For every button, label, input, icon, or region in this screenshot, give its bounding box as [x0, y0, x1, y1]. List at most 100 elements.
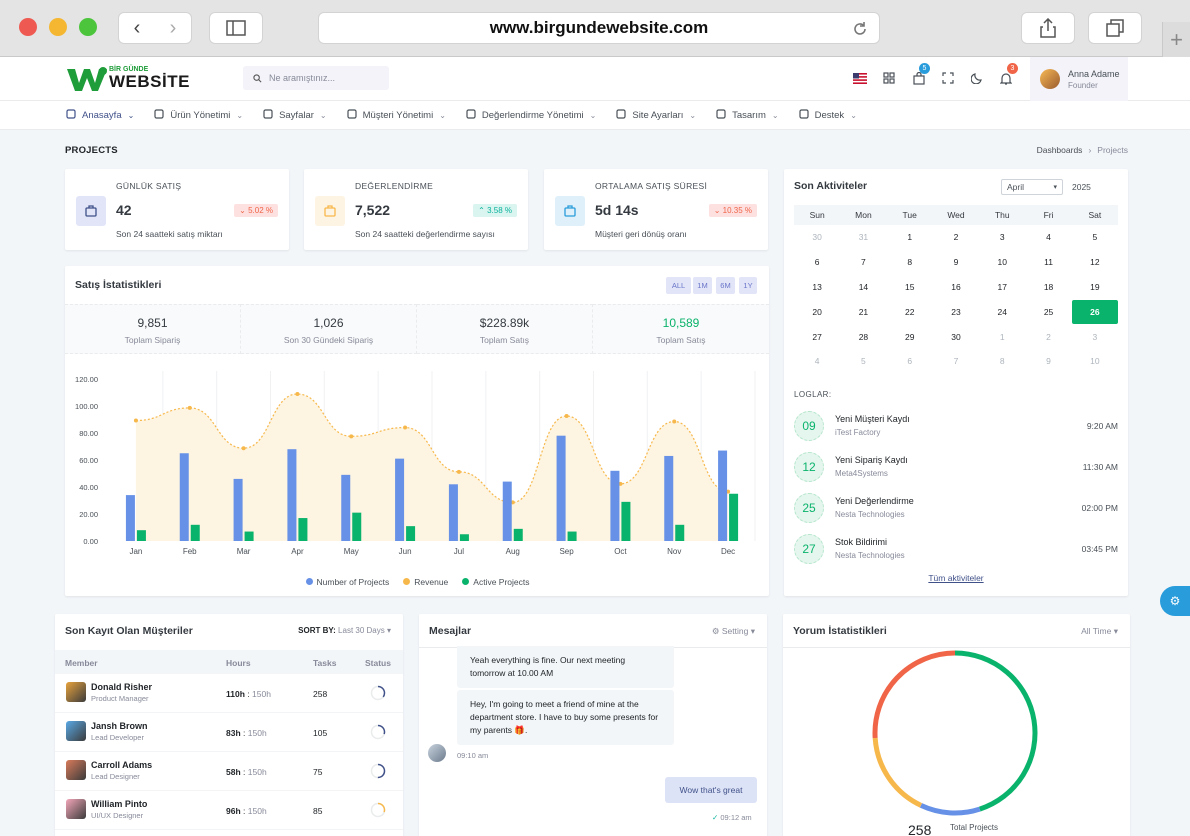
menu-item-5[interactable]: Site Ayarları ⌄	[616, 108, 696, 122]
calendar-day[interactable]: 3	[979, 225, 1025, 250]
donut-segment	[919, 803, 981, 816]
calendar-day[interactable]: 1	[887, 225, 933, 250]
log-item[interactable]: 12 Yeni Sipariş Kaydı Meta4Systems 11:30 AM	[794, 452, 1118, 484]
calendar-day[interactable]: 4	[794, 349, 840, 374]
calendar-day[interactable]: 10	[1072, 349, 1118, 374]
calendar-day[interactable]: 29	[887, 324, 933, 349]
calendar-day[interactable]: 27	[794, 324, 840, 349]
fullscreen-button[interactable]	[939, 69, 957, 87]
table-row[interactable]: Jansh Brown Lead Developer 83h : 150h 105	[55, 713, 403, 752]
calendar-day[interactable]: 8	[979, 349, 1025, 374]
calendar-day[interactable]: 9	[1025, 349, 1071, 374]
member-hours: 83h : 150h	[226, 728, 267, 738]
forward-icon[interactable]: ›	[170, 17, 177, 40]
calendar-day[interactable]: 1	[979, 324, 1025, 349]
calendar-day[interactable]: 14	[840, 275, 886, 300]
stat-card-2: ORTALAMA SATIŞ SÜRESİ 5d 14s ⌄ 10.35 % Müşt…	[544, 169, 768, 250]
reload-icon[interactable]	[851, 20, 869, 38]
calendar-day[interactable]: 4	[1025, 225, 1071, 250]
table-row[interactable]: William Pinto UI/UX Designer 96h : 150h 85	[55, 791, 403, 830]
log-item[interactable]: 09 Yeni Müşteri Kaydı iTest Factory 9:20 AM	[794, 411, 1118, 443]
calendar-day[interactable]: 31	[840, 225, 886, 250]
calendar-day[interactable]: 19	[1072, 275, 1118, 300]
calendar-day[interactable]: 5	[1072, 225, 1118, 250]
user-menu[interactable]: Anna Adame Founder	[1030, 57, 1128, 101]
calendar-day[interactable]: 20	[794, 299, 840, 324]
projects-bar	[556, 435, 566, 541]
calendar-day[interactable]: 10	[979, 250, 1025, 275]
calendar-day[interactable]: 6	[887, 349, 933, 374]
language-flag-button[interactable]	[851, 69, 869, 87]
calendar-day[interactable]: 3	[1072, 324, 1118, 349]
settings-dropdown[interactable]: ⚙ Setting ▾	[712, 626, 755, 637]
calendar-day[interactable]: 2	[933, 225, 979, 250]
menu-item-6[interactable]: Tasarım ⌄	[716, 108, 779, 122]
legend-item[interactable]: Number of Projects	[305, 577, 389, 587]
menu-item-3[interactable]: Müşteri Yönetimi ⌄	[347, 108, 446, 122]
filter-all-button[interactable]: ALL	[666, 277, 691, 294]
legend-item[interactable]: Active Projects	[462, 577, 530, 587]
search-box[interactable]: Ne aramıştınız...	[243, 66, 389, 90]
time-filter-dropdown[interactable]: All Time ▾	[1081, 626, 1118, 637]
calendar-day[interactable]: 11	[1025, 250, 1071, 275]
calendar-day[interactable]: 28	[840, 324, 886, 349]
all-activities-link[interactable]: Tüm aktiviteler	[784, 573, 1128, 583]
menu-item-4[interactable]: Değerlendirme Yönetimi ⌄	[466, 108, 596, 122]
calendar-day-selected[interactable]: 26	[1071, 299, 1118, 324]
log-item[interactable]: 27 Stok Bildirimi Nesta Technologies 03:45 …	[794, 534, 1118, 566]
calendar-day[interactable]: 13	[794, 275, 840, 300]
minimize-window-button[interactable]	[49, 18, 67, 36]
address-bar[interactable]: www.birgundewebsite.com	[318, 12, 880, 44]
calendar-day[interactable]: 21	[840, 299, 886, 324]
calendar-day[interactable]: 30	[794, 225, 840, 250]
calendar-day[interactable]: 17	[979, 275, 1025, 300]
share-button[interactable]	[1021, 12, 1075, 44]
month-select[interactable]: April ▾	[1001, 179, 1063, 195]
calendar-day[interactable]: 5	[840, 349, 886, 374]
revenue-point	[187, 405, 192, 410]
apps-button[interactable]	[880, 69, 898, 87]
calendar-day[interactable]: 15	[887, 275, 933, 300]
calendar-day[interactable]: 25	[1025, 299, 1071, 324]
calendar-day[interactable]: 12	[1072, 250, 1118, 275]
total-projects-value: 258	[908, 822, 932, 836]
menu-item-1[interactable]: Ürün Yönetimi ⌄	[154, 108, 243, 122]
site-logo[interactable]: BİR GÜNDE WEBSİTE	[66, 66, 201, 92]
donut-segment	[872, 737, 923, 808]
dark-mode-button[interactable]	[968, 69, 986, 87]
calendar-day[interactable]: 8	[887, 250, 933, 275]
menu-item-0[interactable]: Anasayfa ⌄	[66, 108, 134, 122]
sort-by-dropdown[interactable]: SORT BY: Last 30 Days ▾	[298, 626, 391, 635]
log-day-badge: 09	[794, 411, 824, 441]
new-tab-button[interactable]: +	[1162, 22, 1190, 57]
calendar-day[interactable]: 7	[933, 349, 979, 374]
menu-item-2[interactable]: Sayfalar ⌄	[263, 108, 327, 122]
calendar-day[interactable]: 18	[1025, 275, 1071, 300]
calendar-day[interactable]: 22	[887, 299, 933, 324]
calendar-day[interactable]: 6	[794, 250, 840, 275]
customizer-button[interactable]: ⚙	[1160, 586, 1190, 616]
table-row[interactable]: Carroll Adams Lead Designer 58h : 150h 75	[55, 752, 403, 791]
log-item[interactable]: 25 Yeni Değerlendirme Nesta Technologies 02…	[794, 493, 1118, 525]
calendar-day[interactable]: 23	[933, 299, 979, 324]
calendar-day[interactable]: 24	[979, 299, 1025, 324]
filter-1m-button[interactable]: 1M	[693, 277, 712, 294]
tabs-button[interactable]	[1088, 12, 1142, 44]
sidebar-toggle-button[interactable]	[209, 12, 263, 44]
table-row[interactable]: Donald Risher Product Manager 110h : 150h 2…	[55, 674, 403, 713]
filter-1y-button[interactable]: 1Y	[739, 277, 757, 294]
legend-item[interactable]: Revenue	[403, 577, 448, 587]
log-time: 9:20 AM	[1086, 421, 1118, 431]
maximize-window-button[interactable]	[79, 18, 97, 36]
calendar-day[interactable]: 2	[1025, 324, 1071, 349]
calendar-day[interactable]: 16	[933, 275, 979, 300]
recent-activity-card: Son Aktiviteler April ▾ 2025 Sun Mon Tue Wed…	[784, 169, 1128, 596]
calendar-day[interactable]: 9	[933, 250, 979, 275]
breadcrumb-dashboards[interactable]: Dashboards	[1037, 145, 1083, 155]
calendar-day[interactable]: 7	[840, 250, 886, 275]
calendar-day[interactable]: 30	[933, 324, 979, 349]
filter-6m-button[interactable]: 6M	[716, 277, 735, 294]
back-icon[interactable]: ‹	[134, 17, 141, 40]
close-window-button[interactable]	[19, 18, 37, 36]
menu-item-7[interactable]: Destek ⌄	[799, 108, 857, 122]
